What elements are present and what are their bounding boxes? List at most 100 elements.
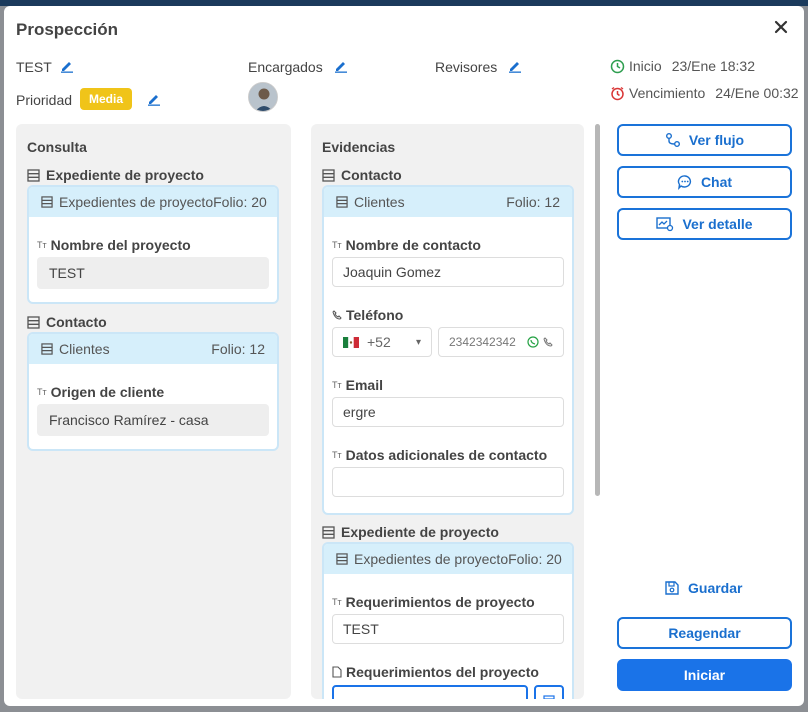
chat-icon (677, 174, 693, 190)
consulta-column: Consulta Expediente de proyecto Expedien… (16, 124, 291, 699)
edit-prioridad-pencil-icon[interactable] (147, 92, 161, 106)
list-icon (27, 315, 40, 329)
chat-button[interactable]: Chat (617, 166, 792, 198)
detail-icon (656, 216, 674, 232)
section-title: Expediente de proyecto (46, 167, 204, 183)
list-icon (41, 343, 53, 355)
whatsapp-icon[interactable] (527, 336, 539, 348)
field-label-text: Nombre de contacto (345, 237, 481, 253)
email-input[interactable]: ergre (332, 397, 564, 427)
text-type-icon: Tт (332, 240, 342, 250)
requerimientos-doc-input[interactable] (332, 685, 528, 699)
consulta-title: Consulta (27, 139, 87, 155)
modal-title: Prospección (16, 20, 119, 39)
card-label: Expedientes de proyecto (59, 194, 214, 210)
phone-value: 2342342342 (449, 335, 516, 349)
telefono-label: Teléfono (332, 307, 403, 323)
field-label-text: Teléfono (346, 307, 404, 323)
edit-revisores-pencil-icon[interactable] (508, 59, 522, 73)
document-icon (332, 666, 342, 678)
save-icon (664, 580, 680, 596)
button-label: Chat (700, 174, 733, 190)
vencimiento-value: 24/Ene 00:32 (715, 85, 799, 101)
datos-adicionales-label: Tт Datos adicionales de contacto (332, 447, 547, 463)
text-type-icon: Tт (332, 597, 342, 607)
edit-name-pencil-icon[interactable] (60, 59, 74, 73)
card-label: Expedientes de proyecto (354, 551, 509, 567)
card-folio: Folio: 20 (508, 551, 562, 567)
text-type-icon: Tт (332, 450, 342, 460)
ver-flujo-button[interactable]: Ver flujo (617, 124, 792, 156)
button-label: Reagendar (668, 625, 741, 641)
field-label: Tт Origen de cliente (37, 384, 164, 400)
field-label-text: Datos adicionales de contacto (345, 447, 548, 463)
list-icon (27, 168, 40, 182)
card-label: Clientes (354, 194, 405, 210)
card-folio: Folio: 12 (506, 194, 560, 210)
list-icon (336, 196, 348, 208)
requerimientos-doc-label: Requerimientos del proyecto (332, 664, 539, 680)
inicio-value: 23/Ene 18:32 (671, 58, 755, 74)
inicio-label: Inicio (629, 58, 662, 74)
iniciar-button[interactable]: Iniciar (617, 659, 792, 691)
field-label-text: Requerimientos del proyecto (346, 664, 539, 680)
card-folio: Folio: 12 (211, 341, 265, 357)
button-label: Ver flujo (688, 132, 745, 148)
button-label: Ver detalle (682, 216, 753, 232)
calendar-button[interactable] (534, 685, 564, 699)
nombre-contacto-input[interactable]: Joaquin Gomez (332, 257, 564, 287)
field-label-text: Email (345, 377, 383, 393)
card-expedientes-evidencia: Expedientes de proyecto Folio: 20 Tт Req… (322, 542, 574, 699)
nombre-proyecto-value: TEST (37, 257, 269, 289)
evidencias-title: Evidencias (322, 139, 396, 155)
task-name: TEST (16, 59, 52, 75)
encargados-label: Encargados (248, 59, 323, 75)
phone-icon (332, 310, 342, 320)
prioridad-label: Prioridad (16, 92, 73, 108)
text-type-icon: Tт (37, 240, 47, 250)
flow-icon (665, 132, 681, 148)
country-code-select[interactable]: +52 ▾ (332, 327, 432, 357)
close-icon[interactable] (772, 18, 790, 36)
text-type-icon: Tт (37, 387, 47, 397)
clock-icon (610, 59, 625, 74)
section-contacto: Contacto (322, 167, 402, 183)
origen-cliente-value: Francisco Ramírez - casa (37, 404, 269, 436)
guardar-button[interactable]: Guardar (664, 580, 742, 596)
field-label-text: Origen de cliente (50, 384, 165, 400)
card-label: Clientes (59, 341, 110, 357)
section-expediente: Expediente de proyecto (27, 167, 204, 183)
list-icon (322, 525, 335, 539)
field-label-text: Nombre del proyecto (50, 237, 191, 253)
card-clientes-evidencia: Clientes Folio: 12 Tт Nombre de contacto… (322, 185, 574, 515)
requerimientos-input[interactable]: TEST (332, 614, 564, 644)
card-folio: Folio: 20 (213, 194, 267, 210)
dropdown-caret-icon: ▾ (415, 336, 421, 348)
evidencias-column: Evidencias Contacto Clientes Folio: 12 T… (311, 124, 584, 699)
field-label-text: Requerimientos de proyecto (345, 594, 535, 610)
list-icon (322, 168, 335, 182)
requerimientos-label: Tт Requerimientos de proyecto (332, 594, 535, 610)
reagendar-button[interactable]: Reagendar (617, 617, 792, 649)
avatar[interactable] (248, 82, 278, 112)
revisores-label: Revisores (435, 59, 498, 75)
scrollbar[interactable] (595, 124, 600, 496)
call-icon[interactable] (543, 337, 553, 347)
country-code-value: +52 (367, 334, 391, 350)
nombre-contacto-label: Tт Nombre de contacto (332, 237, 481, 253)
datos-adicionales-input[interactable] (332, 467, 564, 497)
section-title: Expediente de proyecto (341, 524, 499, 540)
prospeccion-modal: Prospección TEST Encargados Revisores In… (4, 6, 804, 706)
button-label: Guardar (688, 580, 743, 596)
prioridad-badge: Media (80, 88, 133, 110)
mexico-flag-icon (343, 336, 359, 348)
section-contacto: Contacto (27, 314, 107, 330)
inicio-row: Inicio 23/Ene 18:32 (610, 58, 755, 74)
alarm-clock-icon (610, 86, 625, 101)
card-expedientes: Expedientes de proyecto Folio: 20 Tт Nom… (27, 185, 279, 304)
phone-input[interactable]: 2342342342 (438, 327, 564, 357)
card-clientes: Clientes Folio: 12 Tт Origen de cliente … (27, 332, 279, 451)
field-label: Tт Nombre del proyecto (37, 237, 191, 253)
ver-detalle-button[interactable]: Ver detalle (617, 208, 792, 240)
edit-encargados-pencil-icon[interactable] (334, 59, 348, 73)
